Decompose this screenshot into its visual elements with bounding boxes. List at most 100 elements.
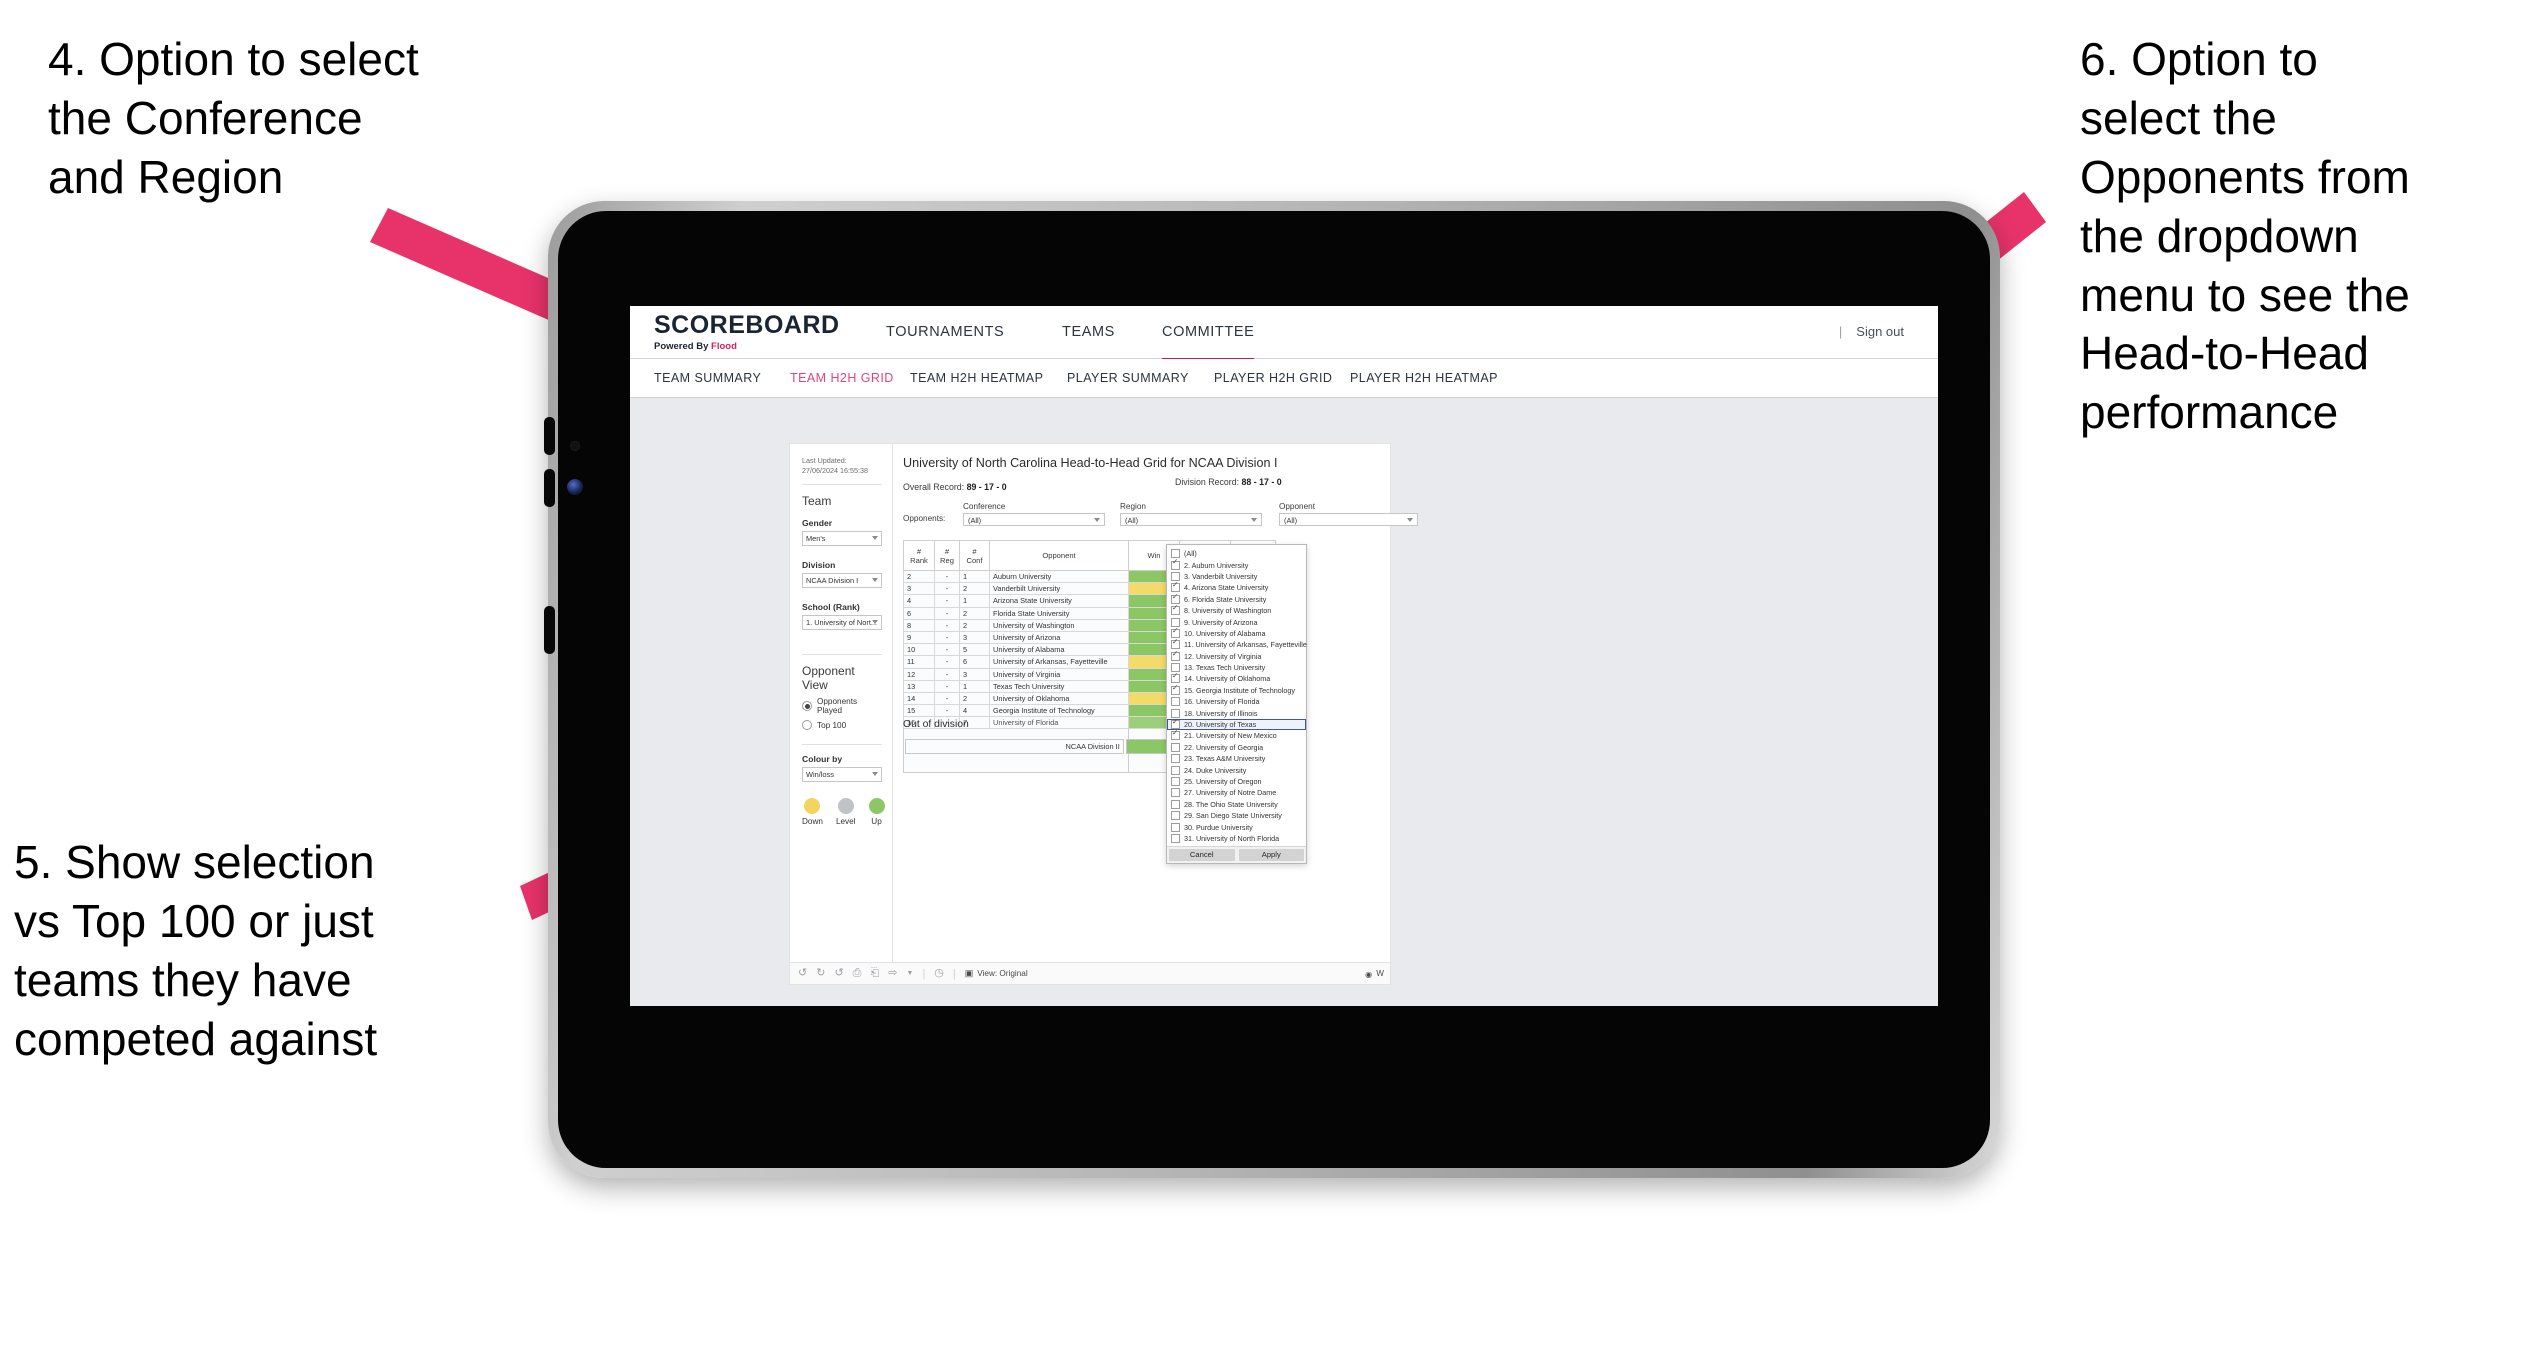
cell-reg: - (934, 569, 960, 584)
dashboard-page: SCOREBOARD Powered By Flood TOURNAMENTS … (630, 306, 1938, 1006)
apply-button[interactable]: Apply (1238, 849, 1304, 862)
gender-select[interactable]: Men's (802, 531, 882, 547)
checkbox-icon[interactable] (1171, 581, 1180, 593)
opponent-option-label: 29. San Diego State University (1184, 811, 1282, 821)
viz-title: University of North Carolina Head-to-Hea… (903, 456, 1278, 470)
opponent-option[interactable]: 31. University of North Florida (1167, 833, 1306, 844)
opponent-option[interactable]: 21. University of New Mexico (1167, 729, 1306, 741)
opponent-option-label: 28. The Ohio State University (1184, 799, 1278, 809)
school-rank-label: School (Rank) (802, 602, 860, 613)
checkbox-icon[interactable] (1171, 742, 1180, 752)
tablet-volume-down-button[interactable] (544, 469, 555, 507)
refresh-data-icon[interactable]: ⎙ (853, 968, 862, 979)
colour-by-select[interactable]: Win/loss (802, 767, 882, 783)
viz-main: University of North Carolina Head-to-Hea… (893, 444, 1418, 984)
chevron-down-icon (1407, 518, 1413, 522)
subnav-player-h2h-grid[interactable]: PLAYER H2H GRID (1214, 359, 1332, 397)
opponent-option[interactable]: 20. University of Texas (1167, 718, 1306, 731)
subnav-team-h2h-heatmap[interactable]: TEAM H2H HEATMAP (910, 359, 1043, 397)
opponent-option[interactable]: 13. Texas Tech University (1167, 662, 1306, 673)
legend-label-up: Up (871, 817, 882, 827)
opponent-option[interactable]: 8. University of Washington (1167, 604, 1306, 616)
opponent-option[interactable]: 11. University of Arkansas, Fayetteville (1167, 638, 1307, 650)
opponent-option[interactable]: 6. Florida State University (1167, 593, 1306, 605)
col-reg-l1: # (944, 546, 950, 556)
checkbox-icon[interactable] (1171, 754, 1180, 764)
opponent-option[interactable]: 18. University of Illinois (1167, 707, 1306, 718)
cell-rank: 4 (903, 594, 935, 608)
cell-rank: 11 (903, 655, 935, 669)
opponent-option[interactable]: 10. University of Alabama (1167, 627, 1306, 639)
opponent-option-label: 24. Duke University (1184, 765, 1247, 775)
checkbox-icon[interactable] (1171, 765, 1180, 775)
checkbox-icon[interactable] (1171, 650, 1180, 661)
checkbox-icon[interactable] (1171, 697, 1180, 707)
checkbox-icon[interactable] (1171, 799, 1180, 809)
opponent-option[interactable]: (All) (1167, 548, 1306, 559)
nav-committee[interactable]: COMMITTEE (1162, 306, 1255, 361)
opponent-option[interactable]: 23. Texas A&M University (1167, 753, 1306, 764)
clock-icon[interactable]: ◷ (934, 968, 944, 979)
opponent-option[interactable]: 25. University of Oregon (1167, 776, 1306, 787)
cancel-button[interactable]: Cancel (1169, 849, 1235, 862)
checkbox-icon[interactable] (1171, 811, 1180, 821)
chevron-down-icon[interactable]: ▼ (907, 970, 914, 977)
opponent-option[interactable]: 3. Vanderbilt University (1167, 571, 1306, 582)
checkbox-icon[interactable] (1171, 788, 1180, 798)
undo-icon[interactable]: ↺ (798, 968, 807, 979)
opponent-option[interactable]: 9. University of Arizona (1167, 616, 1306, 627)
subnav-player-h2h-heatmap[interactable]: PLAYER H2H HEATMAP (1350, 359, 1498, 397)
pause-updates-icon[interactable]: ⎗ (870, 968, 879, 979)
division-select[interactable]: NCAA Division I (802, 573, 882, 589)
overall-record-label: Overall Record: (903, 482, 967, 492)
opponent-option-label: 23. Texas A&M University (1184, 754, 1266, 764)
opponent-option[interactable]: 2. Auburn University (1167, 558, 1306, 570)
col-rank-l2: Rank (910, 555, 928, 565)
conference-select[interactable]: (All) (963, 513, 1105, 526)
subnav-team-h2h-grid[interactable]: TEAM H2H GRID (790, 359, 894, 397)
checkbox-icon[interactable] (1171, 833, 1180, 843)
checkbox-icon[interactable] (1171, 822, 1180, 832)
checkbox-icon[interactable] (1171, 638, 1180, 650)
opponent-dropdown-popup[interactable]: (All)2. Auburn University3. Vanderbilt U… (1166, 544, 1307, 865)
signout-link[interactable]: Sign out (1856, 324, 1904, 339)
opponent-select[interactable]: (All) (1279, 513, 1418, 526)
checkbox-icon[interactable] (1171, 777, 1180, 786)
opponent-option[interactable]: 16. University of Florida (1167, 696, 1306, 707)
checkbox-icon[interactable] (1171, 604, 1180, 616)
tablet-power-button[interactable] (544, 606, 555, 654)
opponent-option[interactable]: 12. University of Virginia (1167, 650, 1306, 662)
subnav-team-summary[interactable]: TEAM SUMMARY (654, 359, 761, 397)
cell-opponent: University of Arizona (989, 630, 1129, 645)
checkbox-icon[interactable] (1171, 729, 1180, 741)
radio-opponents-played[interactable]: Opponents Played (802, 697, 882, 715)
opponent-option[interactable]: 27. University of Notre Dame (1167, 787, 1306, 798)
nav-teams[interactable]: TEAMS (1062, 306, 1115, 358)
opponent-option[interactable]: 22. University of Georgia (1167, 742, 1306, 753)
checkbox-icon[interactable] (1171, 684, 1180, 695)
opponent-option[interactable]: 24. Duke University (1167, 764, 1306, 775)
revert-icon[interactable]: ↺ (834, 968, 843, 979)
filters-sidebar: Last Updated: 27/06/2024 16:55:38 Team G… (790, 444, 893, 984)
opponent-option[interactable]: 28. The Ohio State University (1167, 799, 1306, 810)
signout-area: | Sign out (1839, 306, 1904, 358)
toolbar-right[interactable]: ◉ W (1365, 969, 1384, 979)
opponent-option-label: 11. University of Arkansas, Fayetteville (1184, 640, 1307, 650)
opponent-option[interactable]: 30. Purdue University (1167, 821, 1306, 832)
subnav-player-summary[interactable]: PLAYER SUMMARY (1067, 359, 1189, 397)
region-select[interactable]: (All) (1120, 513, 1262, 526)
share-icon[interactable]: ⇨ (888, 968, 897, 979)
radio-top-100[interactable]: Top 100 (802, 720, 882, 731)
nav-tournaments[interactable]: TOURNAMENTS (886, 306, 1004, 358)
opponent-option[interactable]: 29. San Diego State University (1167, 810, 1306, 821)
checkbox-icon[interactable] (1171, 558, 1180, 570)
school-rank-select[interactable]: 1. University of Nort... (802, 615, 882, 631)
site-logo[interactable]: SCOREBOARD Powered By Flood (654, 313, 840, 353)
header-separator: | (1838, 324, 1843, 339)
opponent-option[interactable]: 4. Arizona State University (1167, 581, 1306, 593)
opponent-option[interactable]: 15. Georgia Institute of Technology (1167, 684, 1306, 696)
tablet-volume-up-button[interactable] (544, 417, 555, 455)
opponent-option[interactable]: 14. University of Oklahoma (1167, 672, 1306, 684)
view-original-button[interactable]: ▣ View: Original (965, 968, 1028, 979)
redo-icon[interactable]: ↻ (816, 968, 825, 979)
